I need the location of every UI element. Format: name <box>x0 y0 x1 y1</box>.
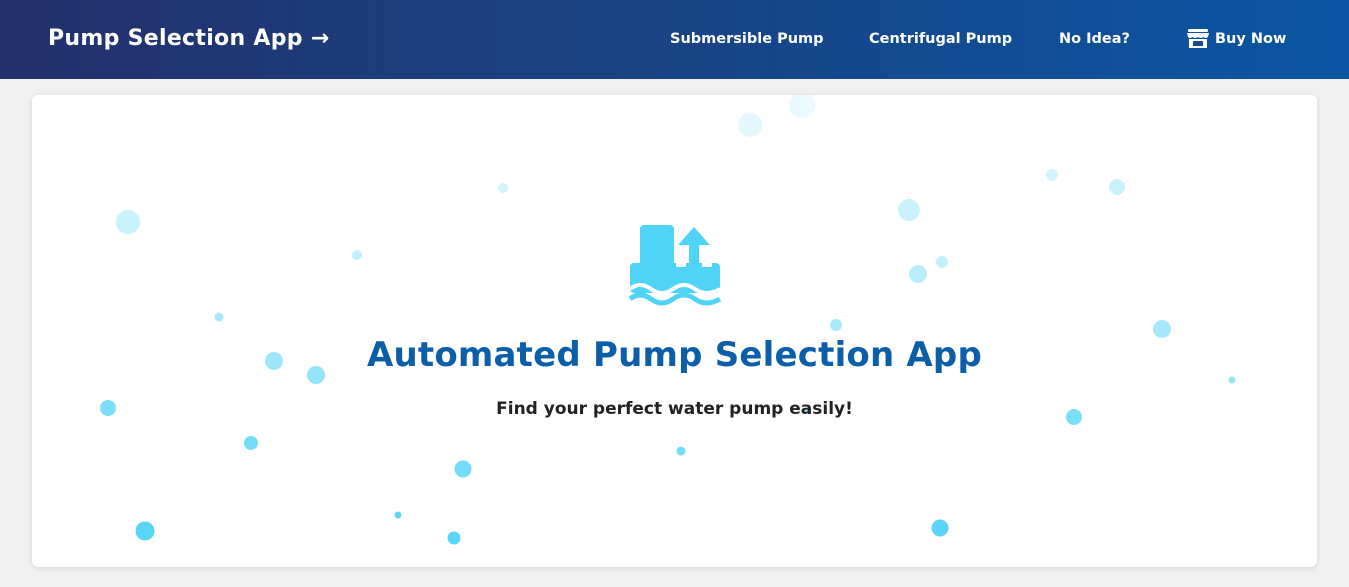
pump-water-icon <box>628 223 722 311</box>
hero-subtitle: Find your perfect water pump easily! <box>496 399 853 419</box>
top-navbar: Pump Selection App → Submersible Pump Ce… <box>0 0 1349 79</box>
hero-card: Automated Pump Selection App Find your p… <box>32 95 1317 567</box>
store-icon <box>1187 29 1209 48</box>
nav-buy-now-label: Buy Now <box>1215 30 1287 47</box>
brand-link[interactable]: Pump Selection App → <box>48 26 330 51</box>
nav-buy-now[interactable]: Buy Now <box>1187 29 1286 48</box>
nav-centrifugal-pump[interactable]: Centrifugal Pump <box>869 31 1012 47</box>
nav-submersible-pump[interactable]: Submersible Pump <box>670 31 824 47</box>
bubbles-background <box>100 95 1236 545</box>
nav-no-idea[interactable]: No Idea? <box>1059 31 1130 47</box>
hero-title: Automated Pump Selection App <box>366 335 983 375</box>
